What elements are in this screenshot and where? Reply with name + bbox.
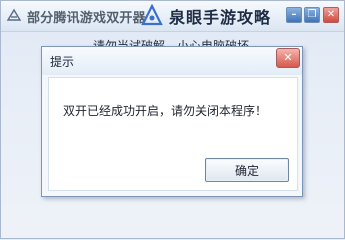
close-button[interactable]: ✕ bbox=[323, 7, 339, 23]
dialog-body: 双开已经成功开启，请勿关闭本程序！ 确定 bbox=[48, 77, 298, 191]
triangle-logo-icon bbox=[141, 4, 163, 26]
ok-button[interactable]: 确定 bbox=[205, 158, 289, 182]
title-bar[interactable]: 部分腾讯游戏双开器 泉眼手游攻略 – ❐ ✕ bbox=[1, 1, 344, 32]
message-dialog: 提示 ✕ 双开已经成功开启，请勿关闭本程序！ 确定 bbox=[41, 46, 303, 197]
dialog-message: 双开已经成功开启，请勿关闭本程序！ bbox=[63, 104, 268, 118]
watermark: 泉眼手游攻略 bbox=[141, 4, 276, 38]
dialog-close-button[interactable]: ✕ bbox=[276, 48, 300, 68]
dialog-title-bar[interactable]: 提示 ✕ bbox=[42, 47, 302, 75]
restore-button[interactable]: ❐ bbox=[304, 7, 320, 23]
app-title: 部分腾讯游戏双开器 bbox=[27, 11, 146, 26]
app-icon bbox=[6, 8, 22, 21]
dialog-title: 提示 bbox=[50, 55, 75, 69]
watermark-text: 泉眼手游攻略 bbox=[169, 8, 272, 27]
minimize-button[interactable]: – bbox=[286, 7, 302, 23]
